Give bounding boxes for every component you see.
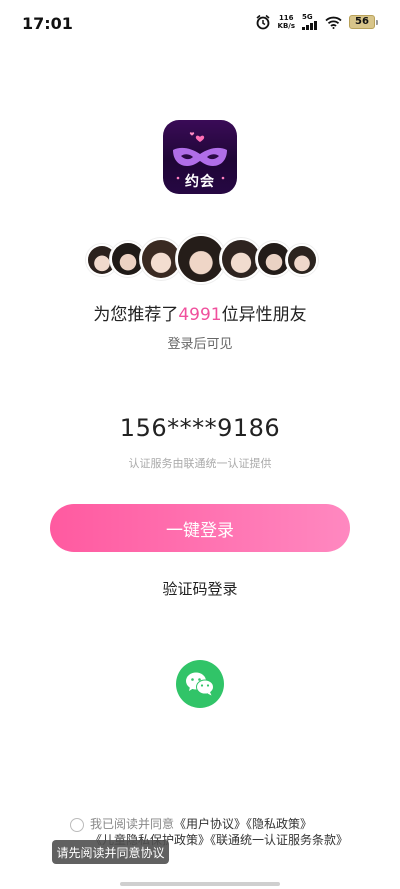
unicom-terms-link[interactable]: 《联通统一认证服务条款》 bbox=[210, 833, 348, 847]
cellular-signal: 5G bbox=[302, 14, 318, 30]
app-logo: 约会 bbox=[163, 120, 237, 194]
masked-phone-number: 156****9186 bbox=[119, 414, 281, 442]
app-logo-text: 约会 bbox=[185, 174, 215, 190]
net-speed: 116 KB/s bbox=[278, 14, 295, 30]
agree-checkbox[interactable] bbox=[70, 818, 84, 832]
recommend-prefix: 为您推荐了 bbox=[93, 305, 179, 325]
status-bar: 17:01 116 KB/s 5G 56 bbox=[0, 0, 400, 48]
recommend-suffix: 位异性朋友 bbox=[221, 305, 307, 325]
signal-bars-icon bbox=[302, 21, 317, 30]
avatar bbox=[286, 244, 318, 276]
battery-indicator: 56 bbox=[349, 15, 378, 29]
user-agreement-link[interactable]: 《用户协议》 bbox=[174, 817, 246, 831]
battery-tip bbox=[376, 19, 378, 25]
privacy-policy-link[interactable]: 《隐私政策》 bbox=[246, 817, 312, 831]
wechat-login-button[interactable] bbox=[176, 660, 224, 708]
battery-level: 56 bbox=[349, 15, 375, 29]
code-login-link[interactable]: 验证码登录 bbox=[0, 578, 400, 599]
agreement-tooltip: 请先阅读并同意协议 bbox=[52, 840, 169, 864]
net-speed-unit: KB/s bbox=[277, 22, 295, 30]
net-speed-value: 116 bbox=[278, 14, 294, 22]
status-icons: 116 KB/s 5G 56 bbox=[255, 14, 378, 30]
signal-label: 5G bbox=[302, 13, 313, 21]
agreement-prefix: 我已阅读并同意 bbox=[90, 817, 175, 831]
avatar bbox=[176, 234, 226, 284]
recommend-count: 4991 bbox=[178, 305, 222, 325]
wifi-icon bbox=[325, 16, 342, 29]
status-time: 17:01 bbox=[22, 14, 73, 33]
home-indicator[interactable] bbox=[120, 882, 280, 886]
recommend-text: 为您推荐了4991位异性朋友 bbox=[0, 300, 400, 325]
alarm-icon bbox=[256, 14, 270, 30]
after-login-hint: 登录后可见 bbox=[167, 337, 233, 352]
auth-provider-note: 认证服务由联通统一认证提供 bbox=[128, 457, 272, 470]
avatar-row bbox=[0, 234, 400, 284]
wechat-icon bbox=[186, 672, 214, 696]
one-click-login-button[interactable]: 一键登录 bbox=[50, 504, 350, 552]
